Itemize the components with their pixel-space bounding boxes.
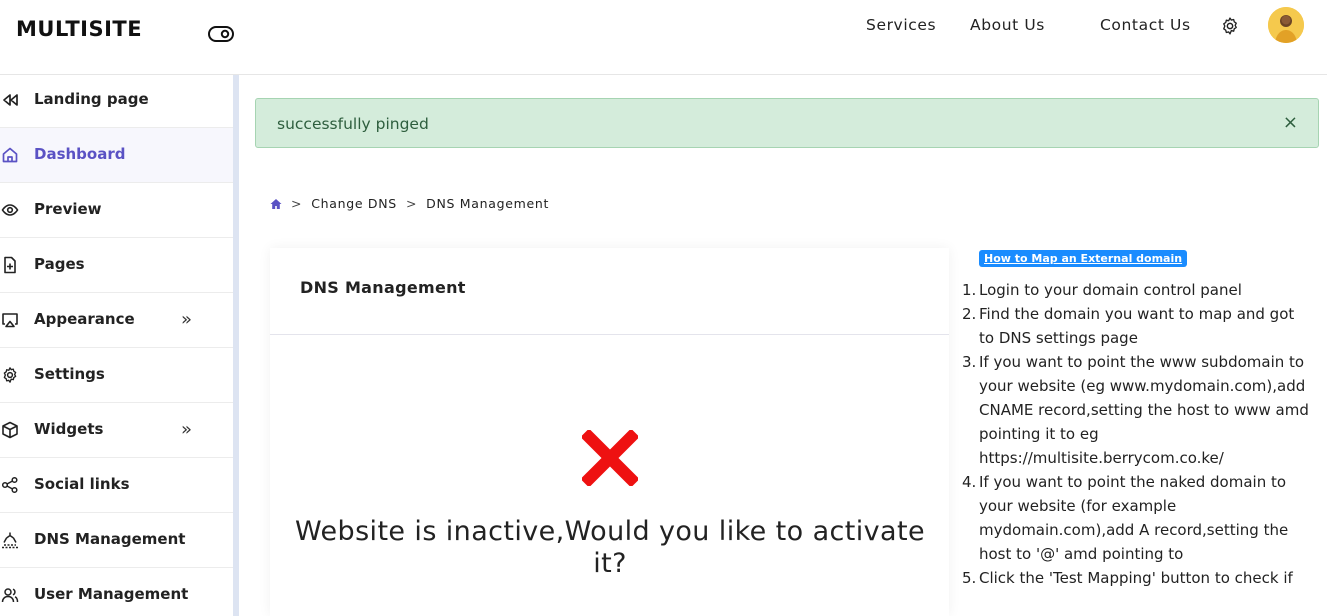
network-icon bbox=[2, 532, 18, 549]
step-text: Click the 'Test Mapping' button to check… bbox=[979, 569, 1293, 587]
monitor-icon bbox=[2, 313, 18, 328]
chevron-right-icon: » bbox=[181, 419, 193, 440]
rewind-icon bbox=[3, 94, 18, 106]
sidebar-item-label: Dashboard bbox=[34, 145, 126, 163]
home-icon bbox=[2, 147, 18, 163]
sidebar-item-landing-page[interactable]: Landing page bbox=[0, 73, 233, 128]
sidebar-item-label: Landing page bbox=[34, 90, 149, 108]
inactive-message: Website is inactive,Would you like to ac… bbox=[295, 516, 925, 579]
card-title: DNS Management bbox=[300, 278, 466, 297]
nav-about-us[interactable]: About Us bbox=[970, 16, 1045, 34]
home-icon[interactable] bbox=[270, 198, 282, 210]
sidebar-item-label: Settings bbox=[34, 365, 105, 383]
breadcrumb: > Change DNS > DNS Management bbox=[270, 196, 549, 211]
sidebar-item-label: DNS Management bbox=[34, 530, 186, 548]
sidebar-item-dashboard[interactable]: Dashboard bbox=[0, 128, 233, 183]
box-icon bbox=[2, 421, 18, 439]
step-text: If you want to point the naked domain to… bbox=[979, 473, 1289, 563]
sidebar-item-label: Appearance bbox=[34, 310, 135, 328]
users-icon bbox=[1, 588, 19, 603]
sidebar-item-user-management[interactable]: User Management bbox=[0, 568, 233, 616]
gear-icon bbox=[3, 367, 17, 383]
list-item: 4. If you want to point the naked domain … bbox=[962, 473, 1289, 563]
success-alert: successfully pinged × bbox=[255, 98, 1319, 148]
sidebar-item-widgets[interactable]: Widgets » bbox=[0, 403, 233, 458]
how-to-map-domain-link[interactable]: How to Map an External domain bbox=[979, 250, 1188, 267]
alert-message: successfully pinged bbox=[277, 115, 429, 133]
list-item: 3. If you want to point the www subdomain… bbox=[962, 353, 1309, 467]
close-icon[interactable]: × bbox=[1283, 112, 1298, 133]
sidebar-item-preview[interactable]: Preview bbox=[0, 183, 233, 238]
sidebar-item-dns-management[interactable]: DNS Management bbox=[0, 513, 233, 568]
eye-icon bbox=[1, 204, 19, 216]
breadcrumb-change-dns[interactable]: Change DNS bbox=[311, 196, 397, 211]
breadcrumb-separator: > bbox=[405, 196, 418, 211]
error-x-icon bbox=[582, 430, 638, 486]
sidebar-item-settings[interactable]: Settings bbox=[0, 348, 233, 403]
step-text: Login to your domain control panel bbox=[979, 281, 1242, 299]
nav-services[interactable]: Services bbox=[866, 16, 936, 34]
divider bbox=[270, 334, 949, 335]
sidebar-item-label: Pages bbox=[34, 255, 85, 273]
dns-management-card: DNS Management Website is inactive,Would… bbox=[270, 248, 949, 616]
chevron-right-icon: » bbox=[181, 309, 193, 330]
sidebar-item-pages[interactable]: Pages bbox=[0, 238, 233, 293]
file-plus-icon bbox=[4, 256, 16, 274]
sidebar: Landing page Dashboard Preview Pages App… bbox=[0, 75, 233, 616]
breadcrumb-separator: > bbox=[291, 196, 303, 211]
brand-logo[interactable]: MULTISITE bbox=[16, 17, 142, 41]
sidebar-item-label: Widgets bbox=[34, 420, 104, 438]
settings-gear-icon[interactable] bbox=[1220, 16, 1240, 36]
sidebar-item-appearance[interactable]: Appearance » bbox=[0, 293, 233, 348]
sidebar-item-label: User Management bbox=[34, 585, 189, 603]
sidebar-scrollbar[interactable] bbox=[233, 75, 239, 616]
list-item: 1. Login to your domain control panel bbox=[962, 281, 1242, 299]
step-text: If you want to point the www subdomain t… bbox=[979, 353, 1309, 467]
list-item: 2. Find the domain you want to map and go… bbox=[962, 305, 1295, 347]
sidebar-item-label: Social links bbox=[34, 475, 130, 493]
user-avatar[interactable] bbox=[1268, 7, 1304, 43]
mapping-steps-list: 1. Login to your domain control panel 2. F… bbox=[962, 278, 1312, 590]
sidebar-item-label: Preview bbox=[34, 200, 102, 218]
share-icon bbox=[1, 476, 18, 494]
sidebar-item-social-links[interactable]: Social links bbox=[0, 458, 233, 513]
top-header: MULTISITE Services About Us Contact Us bbox=[0, 0, 1327, 75]
step-text: Find the domain you want to map and got … bbox=[979, 305, 1295, 347]
nav-contact-us[interactable]: Contact Us bbox=[1100, 16, 1191, 34]
list-item: 5. Click the 'Test Mapping' button to che… bbox=[962, 569, 1293, 587]
breadcrumb-dns-management: DNS Management bbox=[426, 196, 550, 211]
toggle-sidebar-icon[interactable] bbox=[208, 26, 234, 42]
